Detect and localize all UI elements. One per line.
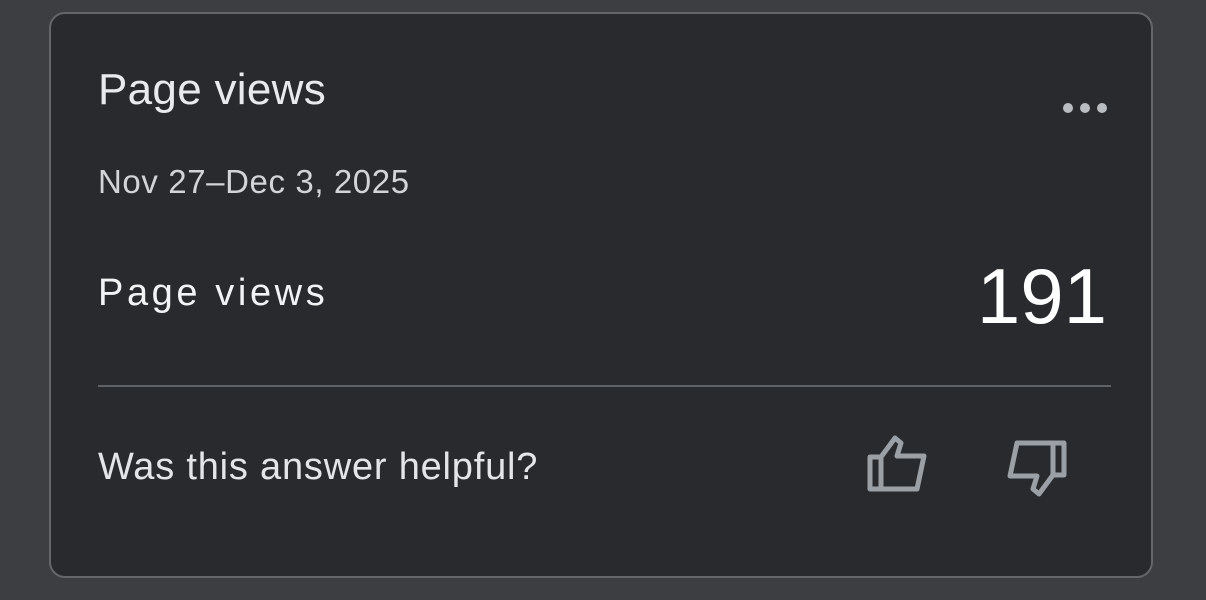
more-horizontal-icon-dot [1080,103,1090,113]
thumb-up-button[interactable] [861,428,933,500]
page-views-card: Page views Nov 27–Dec 3, 2025 Page views… [49,12,1153,578]
card-title: Page views [98,65,327,114]
feedback-question: Was this answer helpful? [98,446,539,488]
thumb-up-icon [867,435,927,492]
metric-label: Page views [98,272,329,314]
metric-value: 191 [976,252,1107,340]
divider [98,385,1111,387]
date-range: Nov 27–Dec 3, 2025 [98,163,410,200]
more-options-button[interactable] [1055,94,1115,122]
thumb-down-icon [1007,440,1067,497]
thumb-down-button[interactable] [1001,432,1073,504]
more-horizontal-icon-dot [1063,103,1073,113]
more-horizontal-icon-dot [1097,103,1107,113]
